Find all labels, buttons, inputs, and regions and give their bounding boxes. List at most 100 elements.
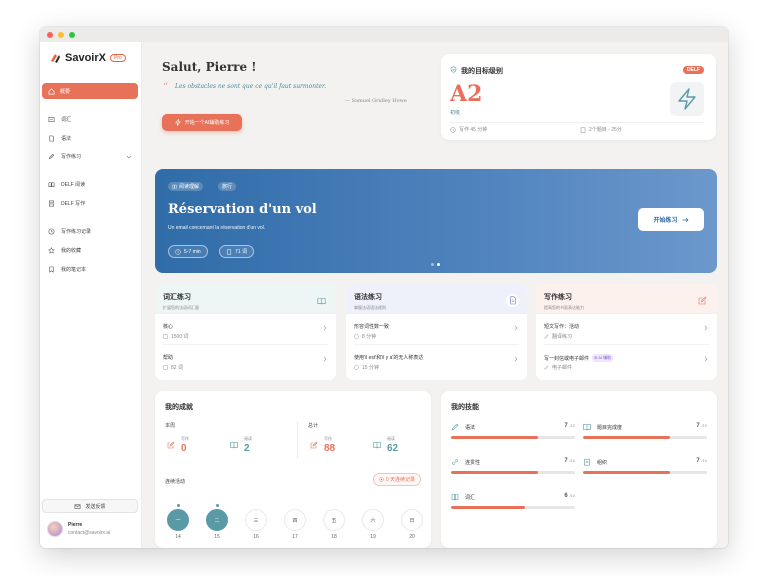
bolt-icon <box>678 88 696 110</box>
user-profile[interactable]: Pierre contact@savoirx.ai <box>47 521 110 537</box>
start-exercise-label: 开始练习 <box>653 218 678 224</box>
ai-assisted-badge: ✲ AI 辅助 <box>592 354 614 362</box>
day-label: 二 <box>206 509 228 531</box>
chevron-right-icon <box>514 356 518 362</box>
chevron-down-icon[interactable] <box>126 154 132 160</box>
card-header: 语法练习 掌握法语语法规则 <box>346 284 527 314</box>
row-title: 写一封信或电子邮件 ✲ AI 辅助 <box>544 354 614 362</box>
skills-title: 我的技能 <box>451 404 479 411</box>
mail-icon <box>75 503 81 509</box>
document-icon <box>163 365 168 370</box>
list-item[interactable]: 使用'il est'和'il y a'的无人称表达 15 分钟 <box>354 345 519 376</box>
streak-day: 四 17 <box>284 504 306 540</box>
book-open-icon <box>315 294 328 307</box>
stat-value: 2 <box>244 443 250 454</box>
chevron-right-icon <box>704 325 708 331</box>
row-meta-label: 15 分钟 <box>362 365 379 371</box>
row-meta: 电子邮件 <box>544 364 572 371</box>
row-meta-label: 电子邮件 <box>552 365 573 371</box>
total-writing-stat: 写作 88 <box>310 436 335 454</box>
sidebar-item-vocabulary[interactable]: 词汇 <box>48 116 134 123</box>
week-writing-stat: 写作 0 <box>167 436 189 454</box>
skill-item: 组织 7 /10 <box>583 458 707 479</box>
day-label: 一 <box>167 509 189 531</box>
day-date: 18 <box>331 534 337 540</box>
quote-icon: “ <box>163 82 169 93</box>
sidebar-item-writing-history[interactable]: 写作练习记录 <box>48 228 134 235</box>
pen-icon <box>48 153 55 160</box>
sidebar-item-label: 我的笔记本 <box>61 267 87 273</box>
exam-badge: DELF <box>682 66 704 74</box>
edit-icon <box>167 441 175 449</box>
row-title: 形容词性数一致 <box>354 324 390 330</box>
divider <box>450 122 704 123</box>
activity-dot <box>176 504 180 507</box>
link-icon <box>452 459 458 465</box>
sidebar-item-writing[interactable]: 写作练习 <box>48 153 134 160</box>
close-window-button[interactable] <box>47 31 53 38</box>
streak-badge-label: 0 天连续记录 <box>385 477 415 483</box>
banner-tag: 阅读理解 <box>168 182 204 191</box>
row-meta-label: 翻译练习 <box>552 334 573 340</box>
app-logo[interactable]: SavoirX Pro <box>49 52 126 64</box>
sidebar-item-delf-writing[interactable]: DELF 写作 <box>48 200 134 207</box>
edit-icon <box>310 441 318 449</box>
day-date: 15 <box>214 534 220 540</box>
sidebar-item-overview[interactable]: 概要 <box>42 83 138 99</box>
skill-item: 词汇 6 /10 <box>451 493 575 514</box>
sidebar-item-favorites[interactable]: 我的收藏 <box>48 247 134 254</box>
skill-score: 7 /10 <box>564 423 575 429</box>
target-level-title: 我的目标级别 <box>461 68 503 75</box>
row-title: 帮助 <box>163 355 174 361</box>
list-item[interactable]: 短文写作：活动 翻译练习 <box>544 314 709 345</box>
skill-progress-fill <box>451 471 538 474</box>
exercise-title: Réservation d'un vol <box>168 202 317 217</box>
skill-progress-fill <box>451 436 538 439</box>
minimize-window-button[interactable] <box>58 31 64 38</box>
sidebar-item-delf-reading[interactable]: DELF 阅读 <box>48 181 134 188</box>
stat-label: 写作 <box>324 436 332 441</box>
home-icon <box>48 87 55 94</box>
featured-exercise-banner[interactable]: 阅读理解 旅行 Réservation d'un vol Un email co… <box>155 169 717 273</box>
skill-name: 连贯性 <box>465 460 481 466</box>
row-title-text: 写一封信或电子邮件 <box>544 355 590 362</box>
skill-score-value: 6 <box>564 493 568 499</box>
row-meta: 翻译练习 <box>544 333 572 340</box>
start-exercise-button[interactable]: 开始练习 <box>638 208 704 231</box>
target-icon <box>379 477 384 482</box>
streak-title: 连续活动 <box>165 479 186 485</box>
chevron-right-icon <box>323 356 327 362</box>
list-item[interactable]: 写一封信或电子邮件 ✲ AI 辅助 电子邮件 <box>544 345 709 376</box>
clipboard-icon <box>584 458 590 466</box>
sidebar-item-label: 概要 <box>60 88 71 95</box>
grammar-icon <box>49 135 54 142</box>
activity-dot <box>215 504 219 507</box>
total-label: 总计 <box>308 423 319 429</box>
row-meta-label: 8 分钟 <box>362 334 377 340</box>
list-item[interactable]: 核心 1500 词 <box>163 314 328 345</box>
carousel-dot-active[interactable] <box>437 263 440 266</box>
skill-score-value: 7 <box>696 423 700 429</box>
book-icon <box>451 494 459 501</box>
shield-icon <box>450 66 457 73</box>
book-icon <box>172 184 177 189</box>
maximize-window-button[interactable] <box>69 31 75 38</box>
carousel-dot[interactable] <box>431 263 434 266</box>
main-content: Salut, Pierre ! “ Les obstacles ne sont … <box>142 42 728 548</box>
banner-tag: 旅行 <box>218 182 237 191</box>
day-label: 五 <box>323 509 345 531</box>
sidebar-item-label: DELF 阅读 <box>61 182 86 188</box>
sidebar-item-notebook[interactable]: 我的笔记本 <box>48 266 134 273</box>
skill-name: 题目完成度 <box>597 425 623 431</box>
list-item[interactable]: 形容词性数一致 8 分钟 <box>354 314 519 345</box>
vocabulary-practice-card: 词汇练习 扩展您的法语词汇量 核心 1500 词 帮助 82 词 <box>155 284 336 380</box>
quote-author: — Samuel Gridley Howe <box>345 98 407 104</box>
skill-progress-bar <box>583 471 707 474</box>
send-feedback-button[interactable]: 发送反馈 <box>42 499 138 513</box>
skill-name: 语法 <box>465 425 476 431</box>
start-ai-practice-button[interactable]: 开始一个AI辅助练习 <box>162 114 242 131</box>
streak-badge[interactable]: 0 天连续记录 <box>372 473 421 486</box>
sidebar-item-grammar[interactable]: 语法 <box>48 135 134 142</box>
list-item[interactable]: 帮助 82 词 <box>163 345 328 376</box>
level-badge <box>670 82 704 116</box>
